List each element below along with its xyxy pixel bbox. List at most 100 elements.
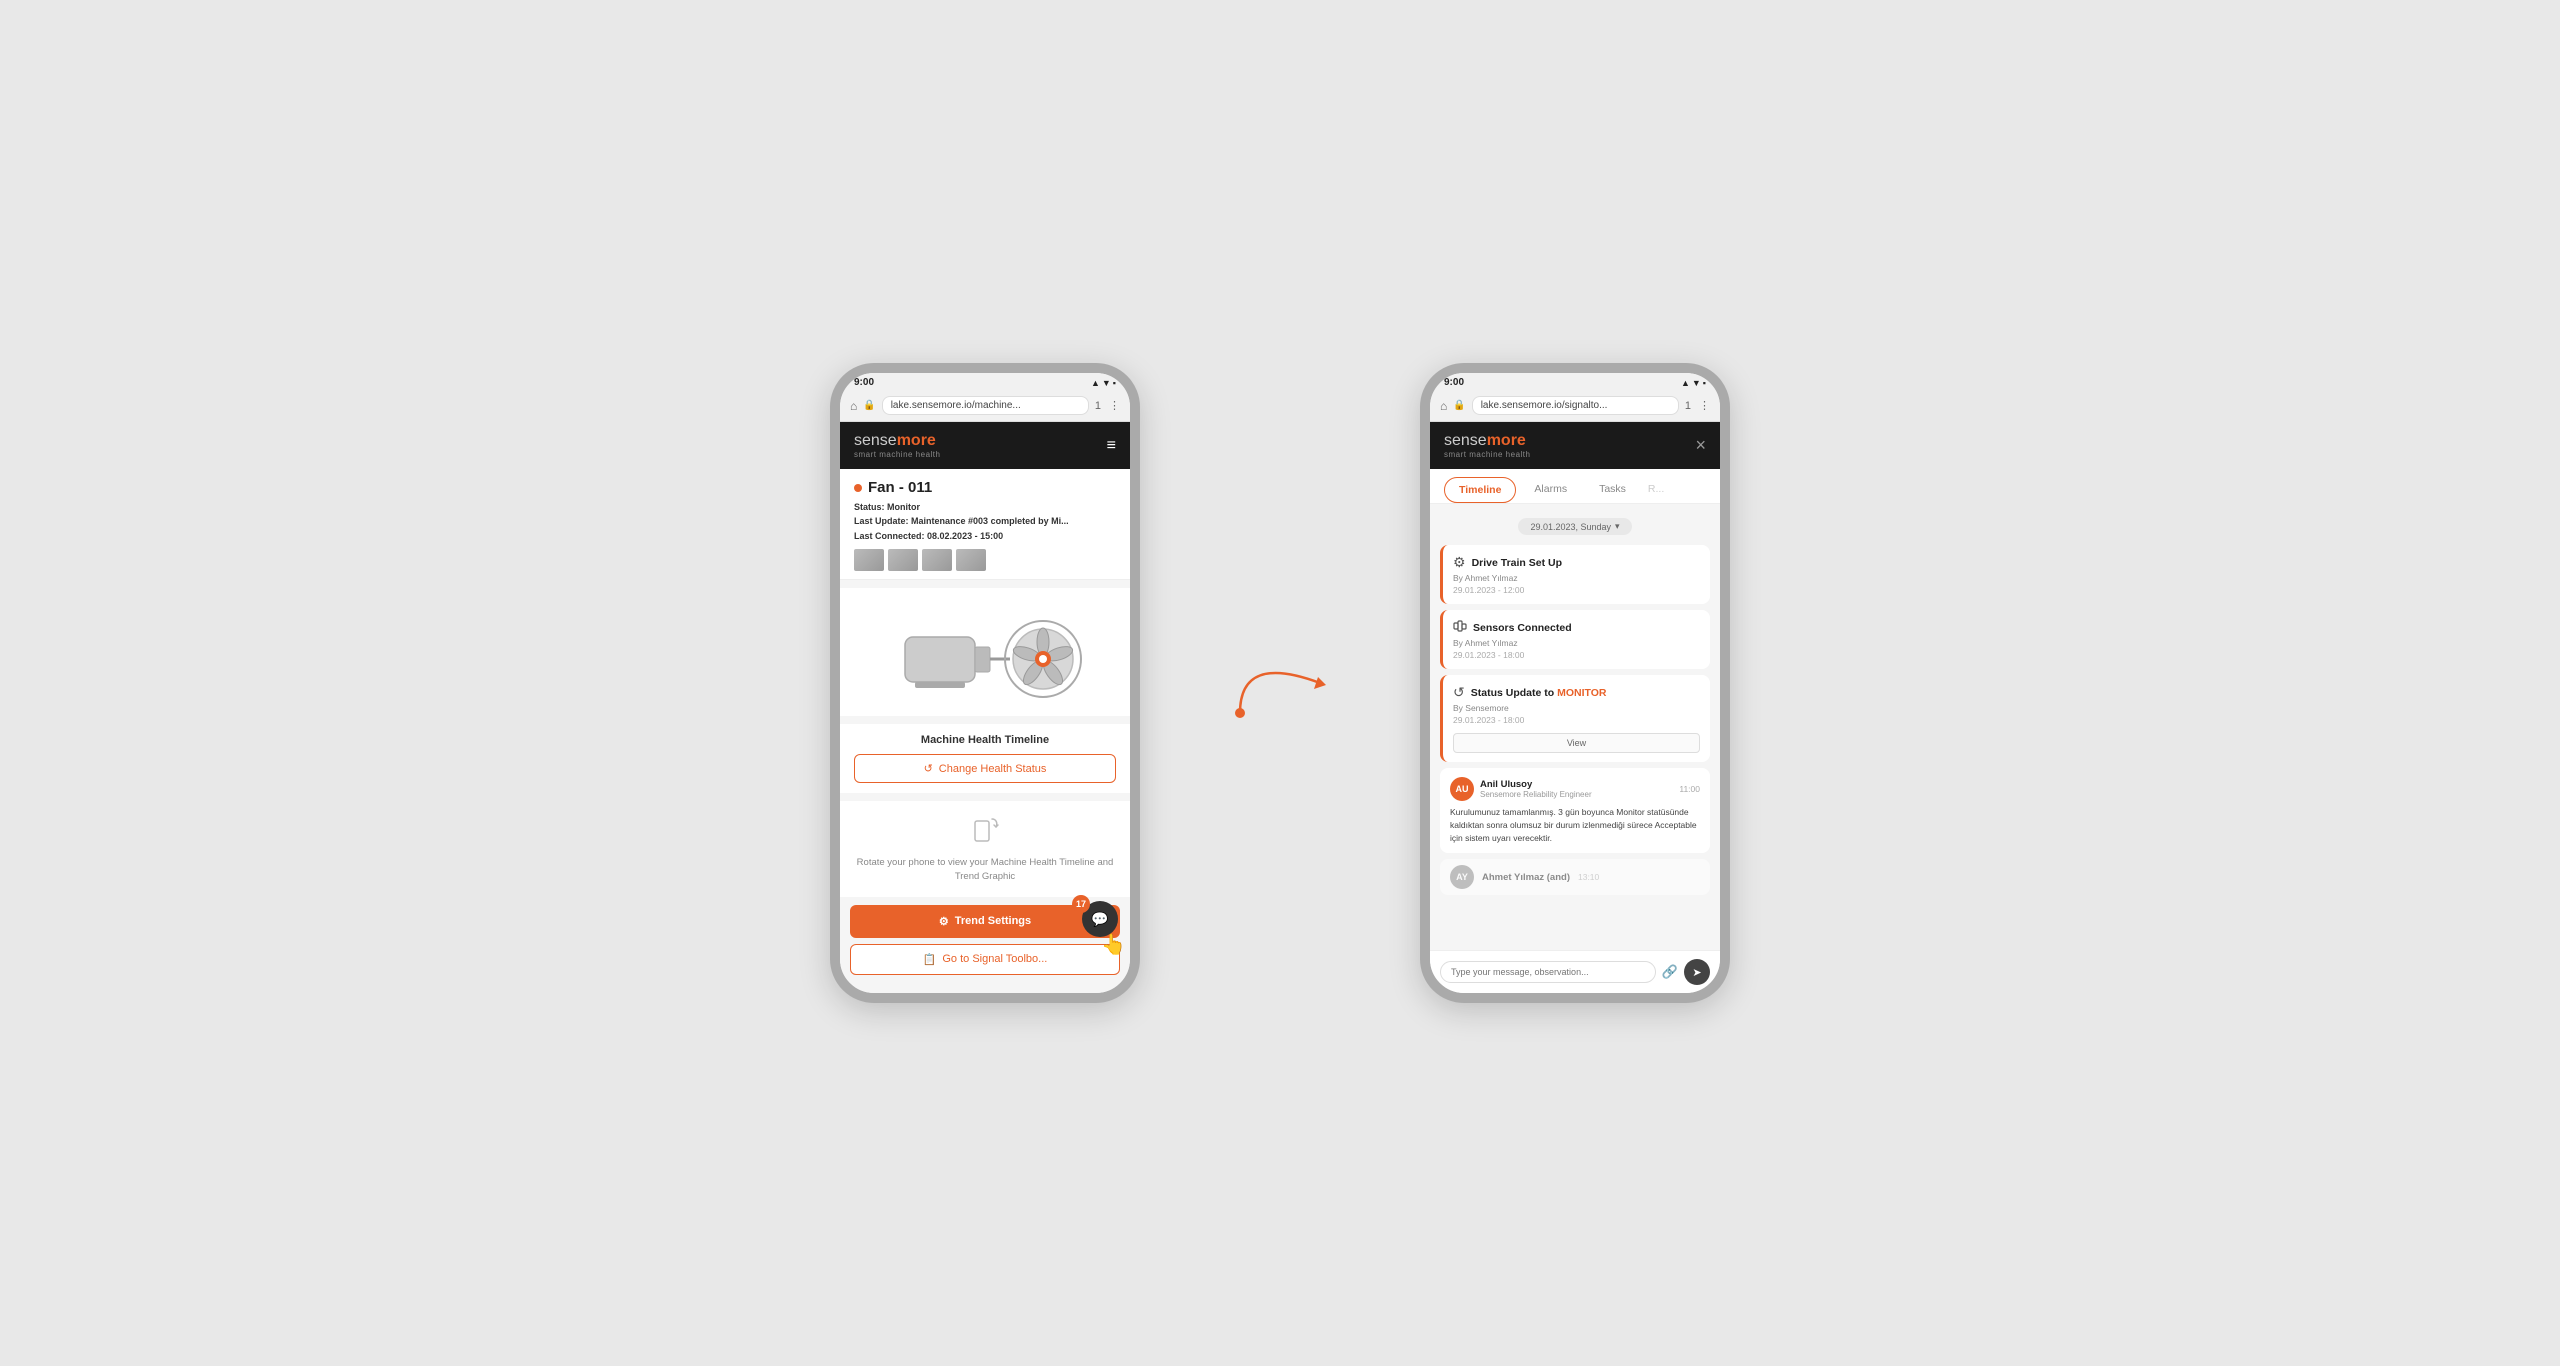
rotate-phone-icon (970, 813, 1000, 850)
last-connected-line: Last Connected: 08.02.2023 - 15:00 (854, 529, 1116, 543)
machine-meta: Status: Monitor Last Update: Maintenance… (854, 500, 1116, 543)
timeline-date-1: 29.01.2023 - 12:00 (1453, 585, 1700, 595)
logo-more-left: more (897, 432, 936, 450)
arrow-container (1220, 583, 1340, 783)
tab-count-right[interactable]: 1 (1685, 400, 1691, 412)
close-button[interactable]: × (1695, 435, 1706, 456)
second-chat-time: 13:10 (1578, 872, 1599, 882)
hamburger-icon[interactable]: ≡ (1107, 437, 1116, 455)
chat-time: 11:00 (1679, 784, 1700, 794)
url-bar-right[interactable]: lake.sensemore.io/signalto... (1472, 396, 1679, 415)
machine-title: Fan - 011 (854, 479, 1116, 496)
navigation-arrow (1220, 623, 1340, 743)
sensors-icon (1453, 619, 1467, 636)
status-bar-left: 9:00 ▲ ▼ ▪ (840, 373, 1130, 390)
chat-input-field[interactable] (1440, 961, 1656, 983)
status-line: Status: Monitor (854, 500, 1116, 514)
date-text: 29.01.2023, Sunday (1530, 522, 1611, 532)
avatar-2: AY (1450, 865, 1474, 889)
chat-bubble-icon: 💬 (1091, 911, 1108, 928)
view-button[interactable]: View (1453, 733, 1700, 753)
tab-timeline[interactable]: Timeline (1444, 477, 1516, 503)
cursor-hand: 👆 (1101, 932, 1126, 957)
tabs-bar: Timeline Alarms Tasks R... (1430, 469, 1720, 504)
avatar-initials: AU (1456, 784, 1469, 794)
machine-graphic (840, 588, 1130, 716)
signal-icon-r: ▲ (1681, 378, 1690, 388)
signal-toolbox-label: Go to Signal Toolbo... (942, 953, 1047, 965)
trend-settings-icon: ⚙ (939, 915, 949, 928)
timeline-title-2: Sensors Connected (1473, 622, 1572, 634)
timeline-date-3: 29.01.2023 - 18:00 (1453, 715, 1700, 725)
chat-input-bar: 🔗 ➤ (1430, 950, 1720, 993)
sender-role: Sensemore Reliability Engineer (1480, 790, 1673, 799)
status-value: Monitor (887, 502, 920, 512)
app-header-left: sensemore smart machine health ≡ (840, 422, 1130, 469)
signal-icon: ▲ (1091, 378, 1100, 388)
logo-left: sensemore smart machine health (854, 432, 940, 459)
second-chat-info: Ahmet Yılmaz (and) (1482, 872, 1570, 883)
change-health-icon: ↺ (924, 762, 933, 775)
logo-sense-left: sense (854, 432, 897, 450)
rotate-section: Rotate your phone to view your Machine H… (840, 801, 1130, 897)
menu-dots-icon-right[interactable]: ⋮ (1699, 399, 1710, 412)
status-dot (854, 484, 862, 492)
last-update-line: Last Update: Maintenance #003 completed … (854, 514, 1116, 528)
last-update-label: Last Update: (854, 516, 909, 526)
chat-sender-info: Anil Ulusoy Sensemore Reliability Engine… (1480, 779, 1673, 799)
second-sender-name: Ahmet Yılmaz (and) (1482, 872, 1570, 883)
signal-toolbox-icon: 📋 (923, 953, 937, 966)
machine-name: Fan - 011 (868, 479, 932, 496)
date-pill-inner[interactable]: 29.01.2023, Sunday ▾ (1518, 518, 1631, 535)
thumb-2 (888, 549, 918, 571)
timeline-title-1: Drive Train Set Up (1472, 557, 1562, 569)
lock-icon-right: 🔒 (1453, 400, 1465, 411)
signal-icons-right: ▲ ▼ ▪ (1681, 378, 1706, 388)
browser-actions-left: 1 ⋮ (1095, 399, 1120, 412)
status-time-left: 9:00 (854, 377, 874, 388)
timeline-item-header-3: ↺ Status Update to MONITOR (1453, 684, 1700, 701)
signal-icons-left: ▲ ▼ ▪ (1091, 378, 1116, 388)
wifi-icon: ▼ (1102, 378, 1111, 388)
last-update-value: Maintenance #003 completed by Mi... (911, 516, 1069, 526)
change-health-button[interactable]: ↺ Change Health Status (854, 754, 1116, 783)
tab-tasks[interactable]: Tasks (1585, 477, 1640, 503)
app-header-right: sensemore smart machine health × (1430, 422, 1720, 469)
sender-name: Anil Ulusoy (1480, 779, 1673, 790)
url-text-left: lake.sensemore.io/machine... (891, 400, 1021, 411)
timeline-item-3: ↺ Status Update to MONITOR By Sensemore … (1440, 675, 1710, 762)
avatar: AU (1450, 777, 1474, 801)
logo-sense-right: sense (1444, 432, 1487, 450)
timeline-content: 29.01.2023, Sunday ▾ ⚙ Drive Train Set U… (1430, 504, 1720, 950)
status-update-icon: ↺ (1453, 684, 1465, 701)
chat-body: Kurulumunuz tamamlanmış. 3 gün boyunca M… (1450, 806, 1700, 844)
trend-settings-label: Trend Settings (955, 915, 1031, 927)
send-button[interactable]: ➤ (1684, 959, 1710, 985)
scene: 9:00 ▲ ▼ ▪ ⌂ 🔒 lake.sensemore.io/machine… (830, 363, 1730, 1003)
health-timeline-section: Machine Health Timeline ↺ Change Health … (840, 724, 1130, 793)
tab-count-left[interactable]: 1 (1095, 400, 1101, 412)
thumbnail-row (854, 549, 1116, 571)
rotate-text: Rotate your phone to view your Machine H… (854, 856, 1116, 885)
battery-icon: ▪ (1113, 378, 1116, 388)
wifi-icon-r: ▼ (1692, 378, 1701, 388)
url-bar-left[interactable]: lake.sensemore.io/machine... (882, 396, 1089, 415)
left-phone: 9:00 ▲ ▼ ▪ ⌂ 🔒 lake.sensemore.io/machine… (830, 363, 1140, 1003)
menu-dots-icon[interactable]: ⋮ (1109, 399, 1120, 412)
chat-badge: 17 (1072, 895, 1090, 913)
browser-actions-right: 1 ⋮ (1685, 399, 1710, 412)
tab-alarms[interactable]: Alarms (1520, 477, 1581, 503)
chat-header: AU Anil Ulusoy Sensemore Reliability Eng… (1450, 777, 1700, 801)
right-phone: 9:00 ▲ ▼ ▪ ⌂ 🔒 lake.sensemore.io/signalt… (1420, 363, 1730, 1003)
logo-more-right: more (1487, 432, 1526, 450)
home-icon-right[interactable]: ⌂ (1440, 399, 1447, 413)
chevron-down-icon: ▾ (1615, 521, 1620, 532)
home-icon[interactable]: ⌂ (850, 399, 857, 413)
drive-train-icon: ⚙ (1453, 554, 1466, 571)
signal-toolbox-button[interactable]: 📋 Go to Signal Toolbo... (850, 944, 1120, 975)
attachment-icon[interactable]: 🔗 (1662, 964, 1678, 980)
logo-subtitle-right: smart machine health (1444, 450, 1530, 459)
thumb-4 (956, 549, 986, 571)
chat-message-2: AY Ahmet Yılmaz (and) 13:10 (1440, 859, 1710, 895)
browser-bar-right: ⌂ 🔒 lake.sensemore.io/signalto... 1 ⋮ (1430, 390, 1720, 422)
